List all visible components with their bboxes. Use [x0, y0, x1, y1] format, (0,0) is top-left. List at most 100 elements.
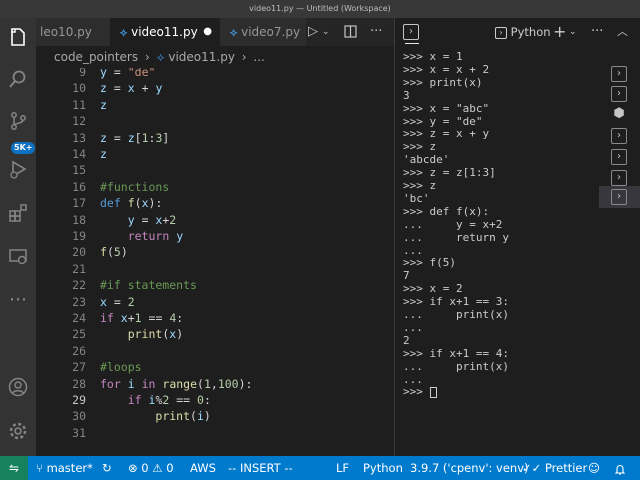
source-control-icon[interactable] — [6, 110, 30, 134]
chevron-down-icon[interactable]: ⌄ — [569, 18, 577, 46]
unsaved-dot-icon[interactable]: ● — [203, 18, 212, 46]
terminal-list-item-icon[interactable]: › — [611, 170, 627, 186]
code-line[interactable]: for i in range(1,100): — [100, 376, 252, 392]
code-line[interactable]: print(i) — [100, 408, 210, 424]
terminal-line: 2 — [403, 333, 410, 347]
problems-status[interactable]: ⊗ 0 ⚠ 0 — [128, 456, 174, 480]
code-editor[interactable]: 9 10 11 12 13 14 15 16 17 18 19 20 21 22 23 24 25 26 27 28 2… — [36, 68, 394, 456]
line-number: 15 — [72, 163, 86, 178]
code-line[interactable]: if i%2 == 0: — [100, 392, 211, 408]
more-icon[interactable]: ··· — [6, 288, 30, 312]
python-file-icon: ⟡ — [120, 26, 128, 39]
terminal-line: 'bc' — [403, 191, 430, 205]
code-line[interactable]: return y — [100, 228, 183, 244]
line-number: 16 — [72, 179, 86, 194]
code-line[interactable]: #functions — [100, 179, 169, 195]
terminal-line: ... y = x+2 — [403, 217, 503, 231]
run-python-file-icon[interactable]: ▷ — [308, 18, 318, 46]
terminal-line: 3 — [403, 88, 410, 102]
sync-icon[interactable]: ↻ — [102, 456, 112, 480]
aws-cube-icon[interactable]: ⬢ — [611, 107, 627, 123]
remote-explorer-icon[interactable] — [6, 246, 30, 270]
tab-video7[interactable]: ⟡ video7.py — [220, 18, 306, 46]
terminal-line: >>> x = 1 — [403, 50, 463, 63]
terminal-panel: › › Python + ⌄ ··· ︿ >>> x = 1 >>> x = x … — [394, 18, 640, 456]
panel-more-icon[interactable]: ··· — [591, 18, 603, 46]
add-terminal-icon[interactable]: + — [553, 18, 566, 46]
terminal-line: >>> print(x) — [403, 75, 483, 89]
breadcrumb-symbol[interactable]: ... — [253, 50, 264, 64]
code-line[interactable]: if x+1 == 4: — [100, 310, 183, 326]
code-line[interactable]: f(5) — [100, 244, 128, 260]
editor-tabs: leo10.py ⟡ video11.py ● ⟡ video7.py ▷ ⌄ … — [36, 18, 394, 46]
explorer-icon[interactable] — [6, 26, 30, 50]
line-number: 28 — [72, 376, 86, 391]
feedback-icon[interactable]: ☺ — [588, 456, 600, 480]
code-line[interactable]: y = x+2 — [100, 212, 177, 228]
terminal-icon[interactable]: › — [403, 24, 419, 40]
code-line[interactable]: print(x) — [100, 326, 183, 342]
code-line[interactable]: z = z[1:3] — [100, 130, 169, 146]
code-line[interactable]: z — [100, 146, 107, 162]
python-file-icon: ⟡ — [156, 50, 165, 64]
active-tab-underline — [405, 43, 419, 44]
chevron-down-icon[interactable]: ⌄ — [322, 18, 330, 46]
aws-status[interactable]: AWS — [190, 456, 216, 480]
eol-status[interactable]: LF — [336, 456, 349, 480]
code-line[interactable]: def f(x): — [100, 195, 162, 211]
code-line[interactable]: x = 2 — [100, 294, 135, 310]
code-line[interactable]: #loops — [100, 359, 142, 375]
terminal-list-item-icon[interactable]: › — [611, 86, 627, 102]
terminal-list-active-item[interactable]: › — [599, 186, 640, 208]
warning-icon: ⚠ — [152, 461, 163, 475]
terminal-list-item-icon[interactable]: › — [611, 128, 627, 144]
line-number: 17 — [72, 196, 86, 211]
tab-label: leo10.py — [40, 25, 92, 39]
code-line[interactable]: #if statements — [100, 277, 197, 293]
breadcrumb-folder[interactable]: code_pointers — [54, 50, 138, 64]
terminal-list-item-icon[interactable]: › — [611, 66, 627, 82]
terminal-line: ... return y — [403, 230, 509, 244]
editor-more-actions-icon[interactable]: ··· — [370, 18, 382, 46]
code-line[interactable]: z = x + y — [100, 80, 162, 96]
line-number: 18 — [72, 212, 86, 227]
tab-label: video7.py — [241, 25, 301, 39]
terminal-toolbar: › › Python + ⌄ ··· ︿ — [395, 18, 640, 46]
python-interpreter[interactable]: 3.9.7 ('cpenv': venv) — [410, 456, 529, 480]
language-mode[interactable]: Python — [363, 456, 403, 480]
extensions-icon[interactable] — [6, 202, 30, 226]
prettier-status[interactable]: ✓✓ Prettier — [522, 456, 587, 480]
window-title: video11.py — Untitled (Workspace) — [0, 0, 640, 18]
line-number: 31 — [72, 425, 86, 440]
code-line[interactable]: z — [100, 97, 107, 113]
line-number: 27 — [72, 360, 86, 375]
line-number: 14 — [72, 147, 86, 161]
line-number: 11 — [72, 97, 86, 112]
gear-icon[interactable] — [6, 420, 30, 444]
run-debug-icon[interactable] — [6, 158, 30, 182]
terminal-line: ... — [403, 320, 423, 334]
code-line[interactable]: y = "de" — [100, 68, 155, 80]
terminal-line: >>> x = x + 2 — [403, 62, 490, 76]
error-icon: ⊗ — [128, 461, 138, 475]
account-icon[interactable] — [6, 376, 30, 400]
tab-video11[interactable]: ⟡ video11.py ● — [110, 18, 220, 46]
search-icon[interactable] — [6, 68, 30, 92]
terminal-cursor — [429, 386, 437, 398]
activity-bar: 5K+ ··· — [0, 18, 36, 456]
tab-video10[interactable]: leo10.py — [36, 18, 110, 46]
terminal-line: >>> def f(x): — [403, 204, 490, 218]
bell-icon[interactable] — [614, 456, 626, 480]
branch-status[interactable]: ⑂ master* — [36, 456, 93, 480]
terminal-line: ... print(x) — [403, 359, 509, 373]
split-editor-icon[interactable] — [344, 18, 357, 46]
status-bar: ⇋ ⑂ master* ↻ ⊗ 0 ⚠ 0 AWS -- INSERT -- L… — [0, 456, 640, 480]
maximize-panel-icon[interactable]: ︿ — [617, 18, 628, 46]
breadcrumb-file[interactable]: video11.py — [168, 50, 235, 64]
terminal-list-item-icon[interactable]: › — [611, 149, 627, 165]
remote-indicator-icon[interactable]: ⇋ — [0, 456, 28, 480]
line-number: 24 — [72, 311, 86, 325]
terminal-icon: › — [495, 26, 507, 39]
terminal-selector[interactable]: › Python — [495, 18, 551, 46]
breadcrumb-separator-icon: › — [144, 50, 150, 64]
